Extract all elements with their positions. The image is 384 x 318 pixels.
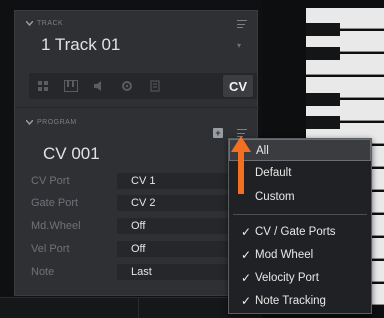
track-name[interactable]: 1 Track 01 [41, 35, 120, 55]
program-section-header[interactable]: PROGRAM [25, 118, 77, 126]
mod-wheel-field[interactable]: Off [117, 218, 237, 234]
annotation-arrow-icon [231, 136, 251, 194]
checkmark-icon: ✓ [241, 271, 252, 285]
black-key[interactable] [306, 23, 340, 36]
gate-port-field[interactable]: CV 2 [117, 195, 237, 211]
menu-item-label: CV / Gate Ports [255, 226, 336, 238]
menu-item-mod-wheel[interactable]: ✓ Mod Wheel [229, 244, 371, 266]
chevron-down-icon[interactable] [25, 118, 33, 126]
param-label: Md.Wheel [31, 220, 81, 232]
bottom-bar [0, 297, 262, 318]
black-key[interactable] [306, 116, 340, 129]
param-row-cv-port: CV Port CV 1 [31, 173, 253, 190]
bottom-divider [138, 298, 139, 318]
black-key[interactable] [306, 93, 340, 106]
grid-icon[interactable] [29, 73, 57, 99]
param-row-mod-wheel: Md.Wheel Off [31, 218, 253, 235]
menu-item-label: Custom [255, 191, 295, 203]
program-section-label: PROGRAM [37, 118, 77, 126]
cv-port-field[interactable]: CV 1 [117, 173, 237, 189]
param-label: Vel Port [31, 243, 70, 255]
section-divider [15, 107, 259, 108]
track-dropdown-icon[interactable]: ▾ [237, 41, 241, 50]
param-row-gate-port: Gate Port CV 2 [31, 195, 253, 212]
menu-item-cv-gate-ports[interactable]: ✓ CV / Gate Ports [229, 221, 371, 243]
track-panel: TRACK 1 Track 01 ▾ CV PROGRAM + CV 001 C… [14, 10, 259, 296]
param-label: Gate Port [31, 197, 79, 209]
param-row-vel-port: Vel Port Off [31, 241, 253, 258]
track-menu-icon[interactable] [237, 20, 247, 28]
param-row-note: Note Last [31, 264, 253, 281]
param-label: CV Port [31, 175, 70, 187]
file-icon[interactable] [141, 73, 169, 99]
add-program-icon[interactable]: + [213, 128, 223, 138]
program-name[interactable]: CV 001 [43, 144, 100, 164]
black-key[interactable] [306, 47, 340, 60]
track-section-label: TRACK [37, 19, 64, 27]
checkmark-icon: ✓ [241, 225, 252, 239]
menu-item-note-tracking[interactable]: ✓ Note Tracking [229, 290, 371, 312]
menu-item-label: All [256, 145, 269, 157]
menu-item-label: Velocity Port [255, 272, 319, 284]
checkmark-icon: ✓ [241, 248, 252, 262]
track-type-toolbar: CV [29, 73, 257, 99]
track-section-header[interactable]: TRACK [25, 19, 63, 27]
menu-item-label: Default [255, 167, 292, 179]
menu-item-label: Mod Wheel [255, 249, 314, 261]
speaker-icon[interactable] [85, 73, 113, 99]
note-field[interactable]: Last [117, 264, 237, 280]
cv-button[interactable]: CV [223, 75, 253, 97]
checkmark-icon: ✓ [241, 294, 252, 308]
vel-port-field[interactable]: Off [117, 241, 237, 257]
menu-separator [233, 214, 367, 215]
gear-icon[interactable] [113, 73, 141, 99]
param-label: Note [31, 266, 55, 278]
menu-item-label: Note Tracking [255, 295, 326, 307]
app-window: TRACK 1 Track 01 ▾ CV PROGRAM + CV 001 C… [0, 0, 384, 318]
chevron-down-icon[interactable] [25, 19, 33, 27]
menu-item-velocity-port[interactable]: ✓ Velocity Port [229, 267, 371, 289]
piano-icon[interactable] [57, 73, 85, 99]
